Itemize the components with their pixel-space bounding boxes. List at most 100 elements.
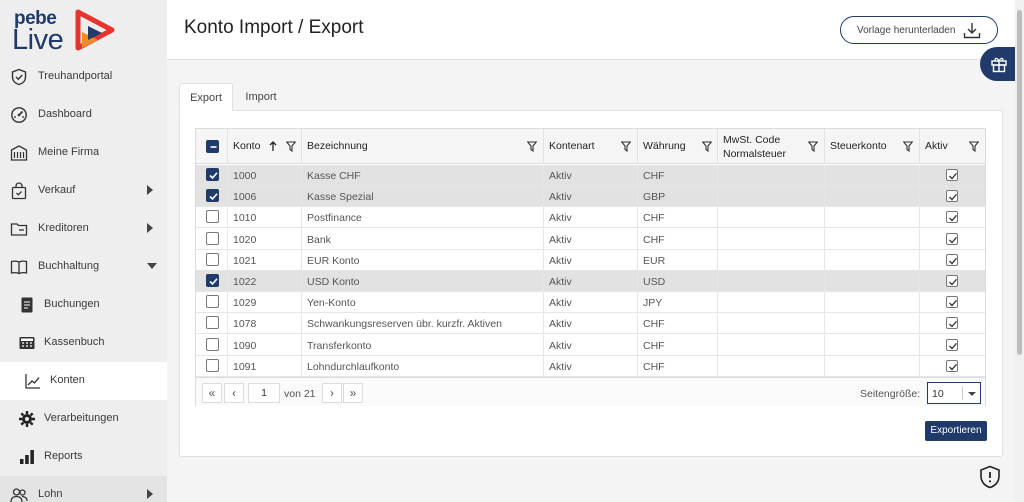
cell-kontenart: Aktiv — [544, 334, 638, 356]
table-row[interactable]: 1078 Schwankungsreserven übr. kurzfr. Akt… — [196, 313, 985, 335]
folder-icon — [10, 223, 28, 236]
sidebar-item-reports[interactable]: Reports — [0, 438, 167, 476]
sidebar-item-konten[interactable]: Konten — [0, 362, 167, 400]
column-header-waehrung[interactable]: Währung — [638, 129, 718, 164]
download-icon — [963, 23, 981, 39]
building-icon — [10, 145, 28, 161]
cell-select — [196, 313, 228, 335]
aktiv-checkbox — [946, 253, 958, 266]
caret-down-icon — [968, 392, 976, 396]
filter-icon[interactable] — [808, 141, 818, 152]
cell-waehrung: CHF — [638, 313, 718, 335]
cell-konto: 1022 — [228, 271, 302, 292]
row-select-checkbox[interactable] — [206, 358, 219, 372]
cell-kontenart: Aktiv — [544, 249, 638, 271]
table-row[interactable]: 1090 Transferkonto Aktiv CHF — [196, 334, 985, 356]
logo-play-icon — [75, 9, 115, 51]
table-row[interactable]: 1029 Yen-Konto Aktiv JPY — [196, 292, 985, 314]
check-icon — [949, 278, 957, 286]
cell-konto: 1091 — [228, 355, 302, 377]
sidebar-item-kreditoren[interactable]: Kreditoren — [0, 210, 167, 248]
cell-aktiv — [920, 356, 985, 377]
table-row[interactable]: 1000 Kasse CHF Aktiv CHF — [196, 165, 985, 186]
shield-alert-icon[interactable] — [979, 465, 1001, 489]
row-select-checkbox[interactable] — [206, 231, 219, 245]
check-icon — [209, 172, 218, 180]
sidebar-item-dashboard[interactable]: Dashboard — [0, 96, 167, 134]
scrollbar-thumb[interactable] — [1017, 10, 1022, 355]
table-row[interactable]: 1022 USD Konto Aktiv USD — [196, 271, 985, 292]
last-page-button[interactable]: » — [343, 383, 363, 403]
cell-aktiv — [920, 165, 985, 186]
tab-import[interactable]: Import — [233, 83, 289, 111]
shopping-bag-icon — [11, 182, 27, 200]
cell-bezeichnung: Yen-Konto — [302, 292, 544, 314]
minus-icon — [210, 146, 217, 148]
cell-konto: 1006 — [228, 186, 302, 208]
sidebar-item-kassenbuch[interactable]: Kassenbuch — [0, 324, 167, 362]
filter-icon[interactable] — [903, 141, 913, 152]
filter-icon[interactable] — [286, 141, 296, 152]
cell-kontenart: Aktiv — [544, 165, 638, 186]
select-all-checkbox[interactable] — [206, 140, 219, 153]
sidebar-item-label: Verkauf — [38, 184, 76, 196]
page-scrollbar[interactable] — [1015, 0, 1024, 502]
next-page-button[interactable]: › — [322, 383, 342, 403]
row-select-checkbox[interactable] — [206, 210, 219, 224]
row-select-checkbox[interactable] — [206, 337, 219, 351]
column-header-aktiv[interactable]: Aktiv — [920, 129, 985, 164]
download-template-button[interactable]: Vorlage herunterladen — [840, 16, 998, 44]
row-select-checkbox[interactable] — [206, 252, 219, 266]
export-button[interactable]: Exportieren — [925, 421, 987, 441]
filter-icon[interactable] — [621, 141, 631, 152]
column-header-mwst-code[interactable]: MwSt. Code Normalsteuer — [718, 129, 825, 164]
table-row[interactable]: 1006 Kasse Spezial Aktiv GBP — [196, 186, 985, 208]
cell-mwst-code — [718, 334, 825, 356]
cell-waehrung: CHF — [638, 334, 718, 356]
row-select-checkbox[interactable] — [206, 189, 219, 203]
aktiv-checkbox — [946, 232, 958, 245]
cell-bezeichnung: Lohndurchlaufkonto — [302, 355, 544, 377]
filter-icon[interactable] — [702, 141, 712, 152]
page-size-select[interactable]: 10 — [927, 382, 981, 404]
sidebar-item-lohn[interactable]: Lohn — [0, 476, 167, 502]
sidebar-item-verkauf[interactable]: Verkauf — [0, 172, 167, 210]
table-row[interactable]: 1020 Bank Aktiv CHF — [196, 228, 985, 250]
cell-select — [196, 271, 228, 292]
sort-ascending-icon — [269, 141, 277, 151]
column-header-bezeichnung[interactable]: Bezeichnung — [302, 129, 544, 164]
page-count-label: von 21 — [284, 388, 316, 400]
page-size-label: Seitengröße: — [860, 388, 921, 400]
sidebar-item-treuhandportal[interactable]: Treuhandportal — [0, 58, 167, 96]
row-select-checkbox[interactable] — [206, 274, 219, 287]
tab-export[interactable]: Export — [179, 83, 233, 111]
first-page-button[interactable]: « — [202, 383, 222, 403]
sidebar-item-label: Treuhandportal — [38, 70, 113, 82]
row-select-checkbox[interactable] — [206, 316, 219, 330]
pebe-live-logo[interactable]: pebe Live — [12, 6, 122, 56]
gift-button[interactable] — [980, 47, 1016, 81]
sidebar-item-buchungen[interactable]: Buchungen — [0, 286, 167, 324]
cell-waehrung: EUR — [638, 249, 718, 271]
prev-page-button[interactable]: ‹ — [224, 383, 244, 403]
column-header-kontenart[interactable]: Kontenart — [544, 129, 638, 164]
page-number-input[interactable]: 1 — [248, 383, 280, 403]
table-row[interactable]: 1021 EUR Konto Aktiv EUR — [196, 249, 985, 271]
table-row[interactable]: 1091 Lohndurchlaufkonto Aktiv CHF — [196, 355, 985, 377]
sidebar-item-meine-firma[interactable]: Meine Firma — [0, 134, 167, 172]
cell-konto: 1078 — [228, 313, 302, 335]
cell-mwst-code — [718, 313, 825, 335]
row-select-checkbox[interactable] — [206, 168, 219, 181]
gift-icon — [991, 57, 1007, 73]
cell-kontenart: Aktiv — [544, 228, 638, 250]
column-header-konto[interactable]: Konto — [228, 129, 302, 164]
filter-icon[interactable] — [527, 141, 537, 152]
filter-icon[interactable] — [969, 141, 979, 152]
cell-aktiv — [920, 335, 985, 356]
sidebar-item-verarbeitungen[interactable]: Verarbeitungen — [0, 400, 167, 438]
column-header-steuerkonto[interactable]: Steuerkonto — [825, 129, 920, 164]
row-select-checkbox[interactable] — [206, 295, 219, 309]
table-row[interactable]: 1010 Postfinance Aktiv CHF — [196, 207, 985, 229]
sidebar-item-buchhaltung[interactable]: Buchhaltung — [0, 248, 167, 286]
cell-select — [196, 334, 228, 356]
